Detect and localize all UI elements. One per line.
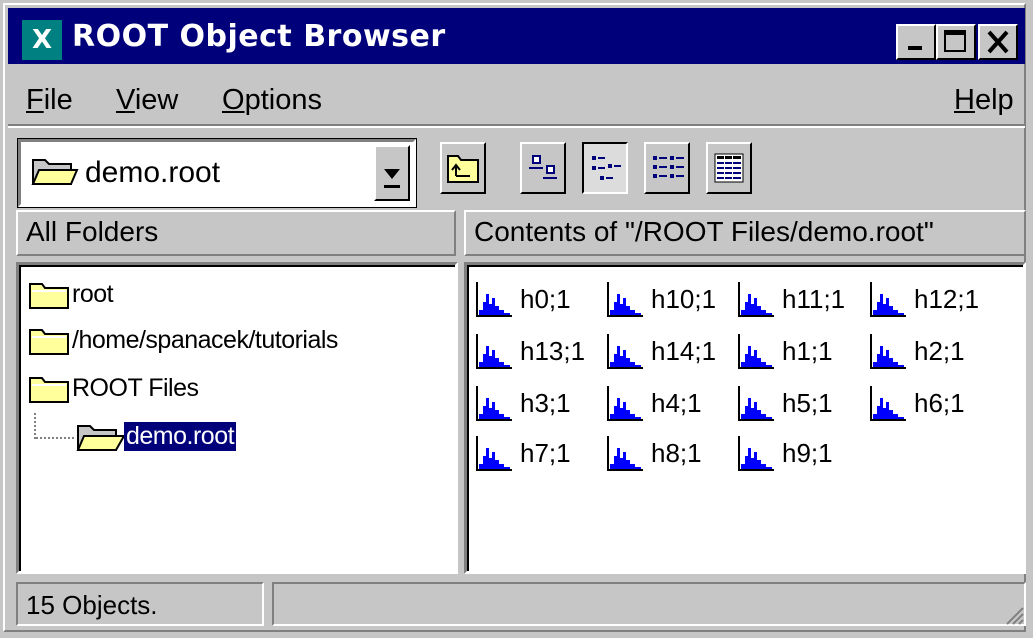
menu-bar: File View Options Help [12, 78, 1022, 122]
histogram-icon [738, 386, 774, 421]
histogram-icon [476, 436, 512, 471]
object-label: h6;1 [914, 388, 965, 418]
menu-view-accel: V [116, 84, 135, 116]
small-icons-button[interactable] [582, 142, 628, 194]
title-bar[interactable]: X ROOT Object Browser [8, 8, 1025, 64]
tree-connector-horizontal [36, 437, 74, 439]
object-label: h7;1 [520, 438, 571, 468]
histogram-icon [476, 282, 512, 317]
object-label: h10;1 [651, 284, 717, 314]
object-label: h12;1 [914, 284, 980, 314]
location-value: demo.root [85, 156, 221, 189]
object-label: h3;1 [520, 388, 571, 418]
maximize-button[interactable] [936, 24, 976, 60]
folder-icon [29, 283, 69, 309]
menu-help-label: elp [974, 84, 1014, 116]
close-icon [987, 30, 1009, 54]
up-folder-icon [447, 155, 479, 183]
object-label: h2;1 [914, 336, 965, 366]
object-label: h13;1 [520, 336, 586, 366]
tree-label: ROOT Files [72, 374, 199, 402]
details-view-button[interactable] [706, 142, 752, 194]
tree-connector-vertical [34, 413, 36, 439]
histogram-icon [607, 436, 643, 471]
menu-file-accel: F [26, 84, 44, 116]
list-view-icon [653, 156, 684, 178]
object-label: h11;1 [782, 284, 846, 314]
menu-file-label: ile [43, 84, 73, 116]
open-folder-icon [31, 159, 79, 185]
location-combobox[interactable]: demo.root [17, 138, 417, 208]
status-message [272, 582, 1026, 626]
tree-label-selected: demo.root [124, 422, 237, 451]
object-label: h4;1 [651, 388, 702, 418]
histogram-icon [870, 386, 906, 421]
window-title: ROOT Object Browser [72, 19, 446, 54]
histogram-icon [870, 282, 906, 317]
tree-label: /home/spanacek/tutorials [72, 326, 338, 354]
histogram-icon [607, 334, 643, 369]
chevron-down-icon [384, 169, 400, 188]
up-folder-button[interactable] [440, 142, 486, 194]
histogram-icon [476, 386, 512, 421]
maximize-icon [944, 30, 966, 52]
tree-label: root [72, 280, 114, 308]
open-folder-icon [76, 425, 126, 451]
object-label: h9;1 [782, 438, 833, 468]
histogram-icon [738, 282, 774, 317]
object-label: h1;1 [782, 336, 833, 366]
close-button[interactable] [978, 24, 1018, 60]
menu-file[interactable]: File [26, 84, 73, 117]
object-label: h8;1 [651, 438, 702, 468]
histogram-icon [738, 436, 774, 471]
status-object-count: 15 Objects. [16, 582, 264, 626]
minimize-button[interactable] [896, 24, 936, 60]
histogram-icon [607, 386, 643, 421]
menu-view-label: iew [134, 84, 179, 116]
menu-view[interactable]: View [116, 84, 178, 117]
menu-options-label: ptions [244, 84, 322, 116]
folder-icon [29, 377, 69, 403]
folder-tree-inner [19, 265, 455, 571]
details-view-icon [714, 153, 744, 183]
menu-help-accel: H [954, 84, 975, 116]
all-folders-header: All Folders [16, 210, 456, 256]
small-icons-icon [592, 156, 621, 180]
large-icons-button[interactable] [520, 142, 566, 194]
object-label: h0;1 [520, 284, 571, 314]
large-icons-icon [529, 155, 557, 179]
menu-options[interactable]: Options [222, 84, 322, 117]
menu-options-accel: O [222, 84, 245, 116]
toolbar-separator [8, 124, 1025, 128]
resize-grip-icon[interactable] [1003, 604, 1025, 626]
app-x-icon[interactable]: X [22, 20, 62, 60]
list-view-button[interactable] [644, 142, 690, 194]
object-label: h14;1 [651, 336, 717, 366]
histogram-icon [607, 282, 643, 317]
menu-help[interactable]: Help [954, 84, 1014, 117]
histogram-icon [738, 334, 774, 369]
minimize-icon [908, 46, 922, 50]
combobox-dropdown-button[interactable] [374, 145, 410, 201]
object-label: h5;1 [782, 388, 833, 418]
contents-header: Contents of "/ROOT Files/demo.root" [464, 210, 1026, 256]
histogram-icon [870, 334, 906, 369]
folder-icon [29, 329, 69, 355]
histogram-icon [476, 334, 512, 369]
